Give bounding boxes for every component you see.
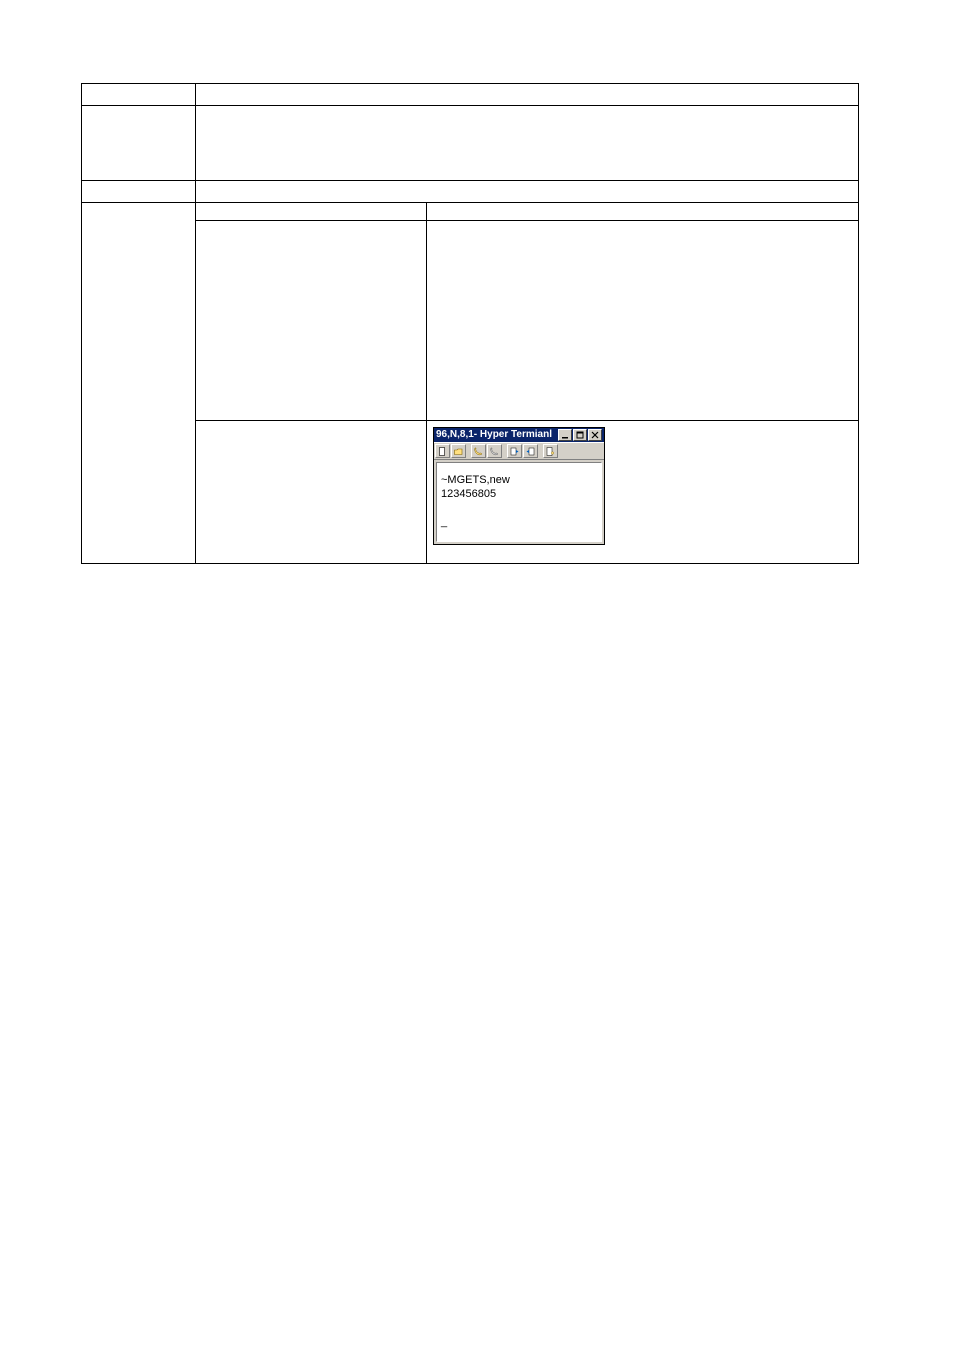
- terminal-line: ~MGETS,new: [441, 473, 597, 487]
- titlebar[interactable]: 96,N,8,1- Hyper Termianl: [434, 428, 604, 442]
- page-send-icon: [510, 447, 519, 456]
- toolbar-connect-button[interactable]: [471, 444, 486, 458]
- minimize-button[interactable]: [558, 429, 572, 441]
- toolbar-separator: [539, 444, 542, 458]
- toolbar-new-button[interactable]: [435, 444, 450, 458]
- folder-open-icon: [454, 447, 463, 456]
- properties-icon: [546, 447, 555, 456]
- terminal-line: 123456805: [441, 487, 597, 501]
- terminal-content[interactable]: ~MGETS,new 123456805 _: [436, 462, 602, 542]
- cell-r4c2: [196, 203, 427, 221]
- phone-icon: [474, 447, 483, 456]
- hyperterminal-window: 96,N,8,1- Hyper Termianl: [433, 427, 605, 545]
- cell-r1c2: [196, 84, 859, 106]
- window-controls: [558, 429, 602, 441]
- toolbar: [434, 442, 604, 460]
- toolbar-properties-button[interactable]: [543, 444, 558, 458]
- cell-r1c1: [82, 84, 196, 106]
- maximize-icon: [576, 431, 584, 439]
- cell-r6c2: [196, 421, 427, 564]
- cell-r2c2: [196, 106, 859, 181]
- terminal-caret: _: [441, 515, 597, 529]
- cell-r2c1: [82, 106, 196, 181]
- toolbar-send-button[interactable]: [507, 444, 522, 458]
- cell-left-tall: [82, 203, 196, 564]
- toolbar-receive-button[interactable]: [523, 444, 538, 458]
- cell-r6c3: 96,N,8,1- Hyper Termianl: [427, 421, 859, 564]
- toolbar-separator: [503, 444, 506, 458]
- minimize-icon: [561, 431, 569, 439]
- cell-r3c2: [196, 181, 859, 203]
- cell-r5c2: [196, 221, 427, 421]
- page: 96,N,8,1- Hyper Termianl: [0, 0, 954, 1350]
- cell-r5c3: [427, 221, 859, 421]
- toolbar-open-button[interactable]: [451, 444, 466, 458]
- toolbar-disconnect-button[interactable]: [487, 444, 502, 458]
- document-table: 96,N,8,1- Hyper Termianl: [81, 83, 859, 564]
- close-button[interactable]: [588, 429, 602, 441]
- maximize-button[interactable]: [573, 429, 587, 441]
- close-icon: [591, 431, 599, 439]
- document-icon: [438, 447, 447, 456]
- cell-r3c1: [82, 181, 196, 203]
- cell-r4c3: [427, 203, 859, 221]
- phone-off-icon: [490, 447, 499, 456]
- toolbar-separator: [467, 444, 470, 458]
- page-receive-icon: [526, 447, 535, 456]
- window-title: 96,N,8,1- Hyper Termianl: [436, 429, 552, 441]
